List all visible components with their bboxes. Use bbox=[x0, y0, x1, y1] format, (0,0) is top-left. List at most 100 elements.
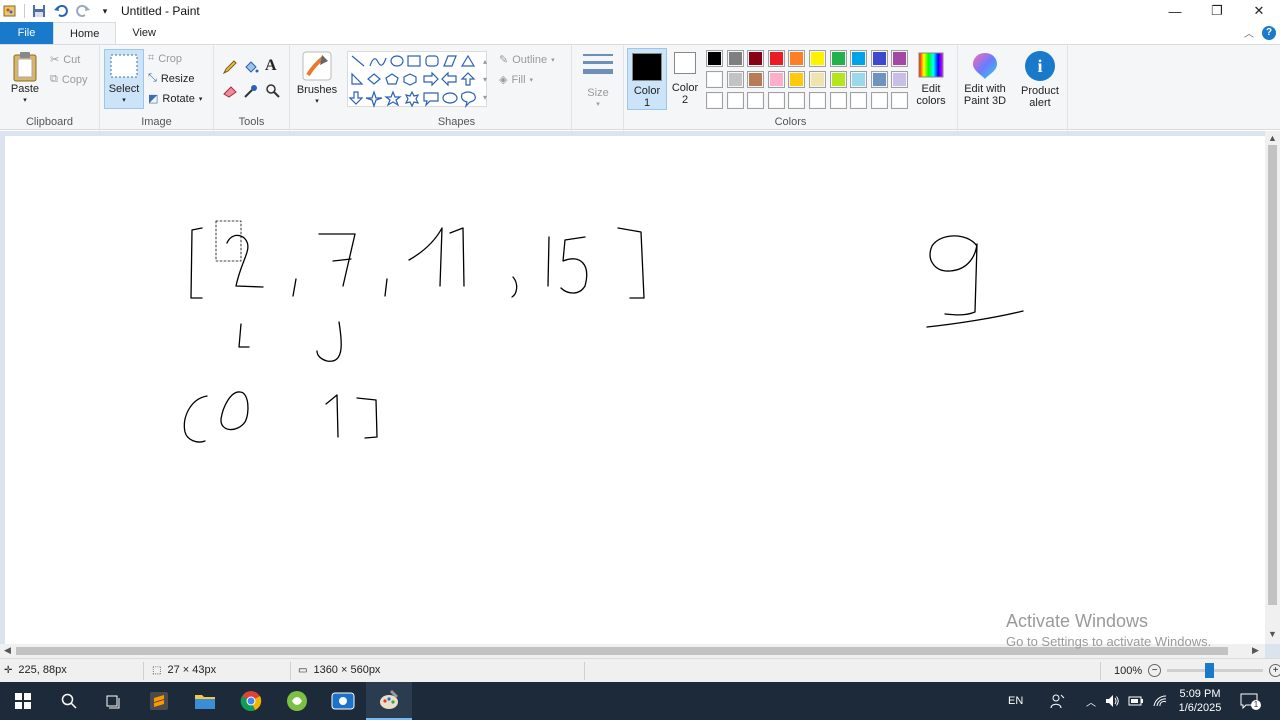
vertical-scrollbar[interactable]: ▲ ▼ bbox=[1265, 131, 1280, 644]
palette-swatch[interactable] bbox=[829, 50, 847, 67]
product-alert-button[interactable]: i Product alert bbox=[1016, 51, 1064, 109]
palette-swatch[interactable] bbox=[809, 92, 826, 109]
palette-swatch[interactable] bbox=[829, 71, 847, 88]
taskbar-file-explorer[interactable] bbox=[182, 682, 228, 720]
save-icon[interactable] bbox=[31, 3, 47, 19]
palette-swatch[interactable] bbox=[726, 50, 744, 67]
palette-swatch[interactable] bbox=[767, 71, 785, 88]
color-picker-icon[interactable] bbox=[243, 83, 259, 99]
palette-swatch[interactable] bbox=[767, 92, 785, 109]
scroll-down-icon[interactable]: ▼ bbox=[1268, 629, 1277, 639]
tab-file[interactable]: File bbox=[0, 22, 53, 44]
tab-home[interactable]: Home bbox=[53, 22, 117, 44]
customize-qat-chevron-icon[interactable]: ▾ bbox=[97, 3, 113, 19]
palette-swatch[interactable] bbox=[706, 50, 723, 67]
taskbar-app-green[interactable] bbox=[274, 682, 320, 720]
edit-colors-button[interactable]: Edit colors bbox=[916, 51, 946, 107]
wifi-icon[interactable] bbox=[1152, 682, 1168, 720]
language-indicator[interactable]: EN bbox=[1008, 682, 1023, 720]
cut-button[interactable]: ✂ Cut bbox=[50, 53, 80, 67]
maximize-button[interactable]: ❐ bbox=[1196, 0, 1238, 22]
palette-swatch[interactable] bbox=[891, 92, 909, 109]
outline-label: Outline bbox=[512, 53, 548, 66]
taskbar-camera-app[interactable] bbox=[320, 682, 366, 720]
shapes-gallery[interactable] bbox=[347, 51, 487, 108]
palette-swatch[interactable] bbox=[870, 50, 888, 67]
pencil-icon[interactable] bbox=[222, 59, 238, 75]
palette-swatch[interactable] bbox=[706, 71, 723, 88]
palette-swatch[interactable] bbox=[788, 50, 806, 67]
text-tool-icon[interactable]: A bbox=[265, 57, 277, 75]
rotate-button[interactable]: ◩ Rotate ▾ bbox=[148, 92, 202, 106]
palette-swatch[interactable] bbox=[788, 92, 806, 109]
show-hidden-icons-chevron-icon[interactable]: ︿ bbox=[1086, 682, 1096, 720]
palette-swatch[interactable] bbox=[829, 92, 847, 109]
taskbar-paint[interactable] bbox=[366, 682, 412, 720]
action-center-button[interactable]: 1 bbox=[1240, 682, 1261, 720]
zoom-in-icon[interactable]: + bbox=[1269, 664, 1280, 677]
scroll-up-icon[interactable]: ▲ bbox=[1268, 133, 1277, 143]
zoom-out-icon[interactable]: − bbox=[1148, 664, 1162, 677]
minimize-button[interactable]: — bbox=[1154, 0, 1196, 22]
taskbar-sublime-text[interactable] bbox=[136, 682, 182, 720]
zoom-slider-thumb[interactable] bbox=[1205, 663, 1215, 678]
brushes-button[interactable]: Brushes ▾ bbox=[294, 51, 340, 108]
palette-swatch[interactable] bbox=[850, 92, 868, 109]
volume-icon[interactable] bbox=[1104, 682, 1120, 720]
start-button[interactable] bbox=[0, 682, 46, 720]
notification-count: 1 bbox=[1251, 700, 1261, 710]
palette-swatch[interactable] bbox=[870, 92, 888, 109]
select-button[interactable]: Select ▾ bbox=[104, 49, 144, 109]
search-button[interactable] bbox=[46, 682, 92, 720]
zoom-slider[interactable] bbox=[1167, 663, 1264, 678]
fill-button[interactable]: ◈ Fill ▾ bbox=[499, 73, 533, 87]
fill-bucket-icon[interactable] bbox=[243, 59, 259, 75]
undo-icon[interactable] bbox=[53, 3, 69, 19]
palette-swatch[interactable] bbox=[891, 71, 909, 88]
status-bar: ✛ 225, 88px ⬚ 27 × 43px ▭ 1360 × 560px 1… bbox=[0, 658, 1280, 682]
palette-swatch[interactable] bbox=[747, 92, 765, 109]
palette-swatch[interactable] bbox=[747, 50, 765, 67]
resize-button[interactable]: ⤡ Resize bbox=[148, 72, 194, 85]
tab-view[interactable]: View bbox=[116, 22, 172, 44]
palette-swatch[interactable] bbox=[891, 50, 909, 67]
copy-button[interactable]: ⧉ Copy bbox=[50, 73, 88, 86]
clock[interactable]: 5:09 PM 1/6/2025 bbox=[1176, 682, 1224, 720]
palette-swatch[interactable] bbox=[726, 71, 744, 88]
task-view-button[interactable] bbox=[90, 682, 136, 720]
palette-swatch[interactable] bbox=[850, 50, 868, 67]
edit-with-paint3d-button[interactable]: Edit with Paint 3D bbox=[960, 51, 1010, 107]
palette-swatch[interactable] bbox=[809, 71, 826, 88]
shapes-scroll-arrows[interactable]: ▴ ▾ ▾ bbox=[483, 53, 487, 107]
color1-button[interactable]: Color 1 bbox=[627, 48, 667, 110]
palette-swatch-fill bbox=[728, 73, 742, 86]
palette-swatch[interactable] bbox=[809, 50, 826, 67]
magnifier-icon[interactable] bbox=[265, 83, 281, 99]
palette-swatch[interactable] bbox=[788, 71, 806, 88]
paste-button[interactable]: Paste ▾ bbox=[6, 51, 44, 107]
close-button[interactable]: ✕ bbox=[1238, 0, 1280, 22]
size-button[interactable]: Size ▾ bbox=[578, 51, 618, 111]
palette-swatch[interactable] bbox=[767, 50, 785, 67]
scroll-right-icon[interactable]: ▶ bbox=[1252, 645, 1259, 656]
redo-icon[interactable] bbox=[75, 3, 91, 19]
palette-swatch[interactable] bbox=[726, 92, 744, 109]
crop-button[interactable]: ⌗ Crop bbox=[148, 52, 182, 65]
vertical-scroll-thumb[interactable] bbox=[1268, 145, 1277, 605]
palette-swatch[interactable] bbox=[706, 92, 723, 109]
palette-swatch[interactable] bbox=[870, 71, 888, 88]
outline-button[interactable]: ✎ Outline ▾ bbox=[499, 53, 555, 67]
battery-icon[interactable] bbox=[1128, 682, 1144, 720]
tools-group: A Tools bbox=[214, 45, 290, 131]
drawing-canvas[interactable] bbox=[5, 136, 1265, 644]
help-icon[interactable]: ? bbox=[1262, 25, 1276, 40]
color2-button[interactable]: Color 2 bbox=[670, 52, 700, 106]
palette-swatch[interactable] bbox=[747, 71, 765, 88]
palette-swatch[interactable] bbox=[850, 71, 868, 88]
brushes-label: Brushes bbox=[296, 84, 338, 96]
eraser-icon[interactable] bbox=[222, 83, 238, 99]
taskbar-chrome[interactable] bbox=[228, 682, 274, 720]
minimize-ribbon-chevron-icon[interactable]: ︿ bbox=[1244, 25, 1254, 40]
scroll-left-icon[interactable]: ◀ bbox=[4, 645, 11, 656]
people-icon[interactable] bbox=[1050, 682, 1066, 720]
